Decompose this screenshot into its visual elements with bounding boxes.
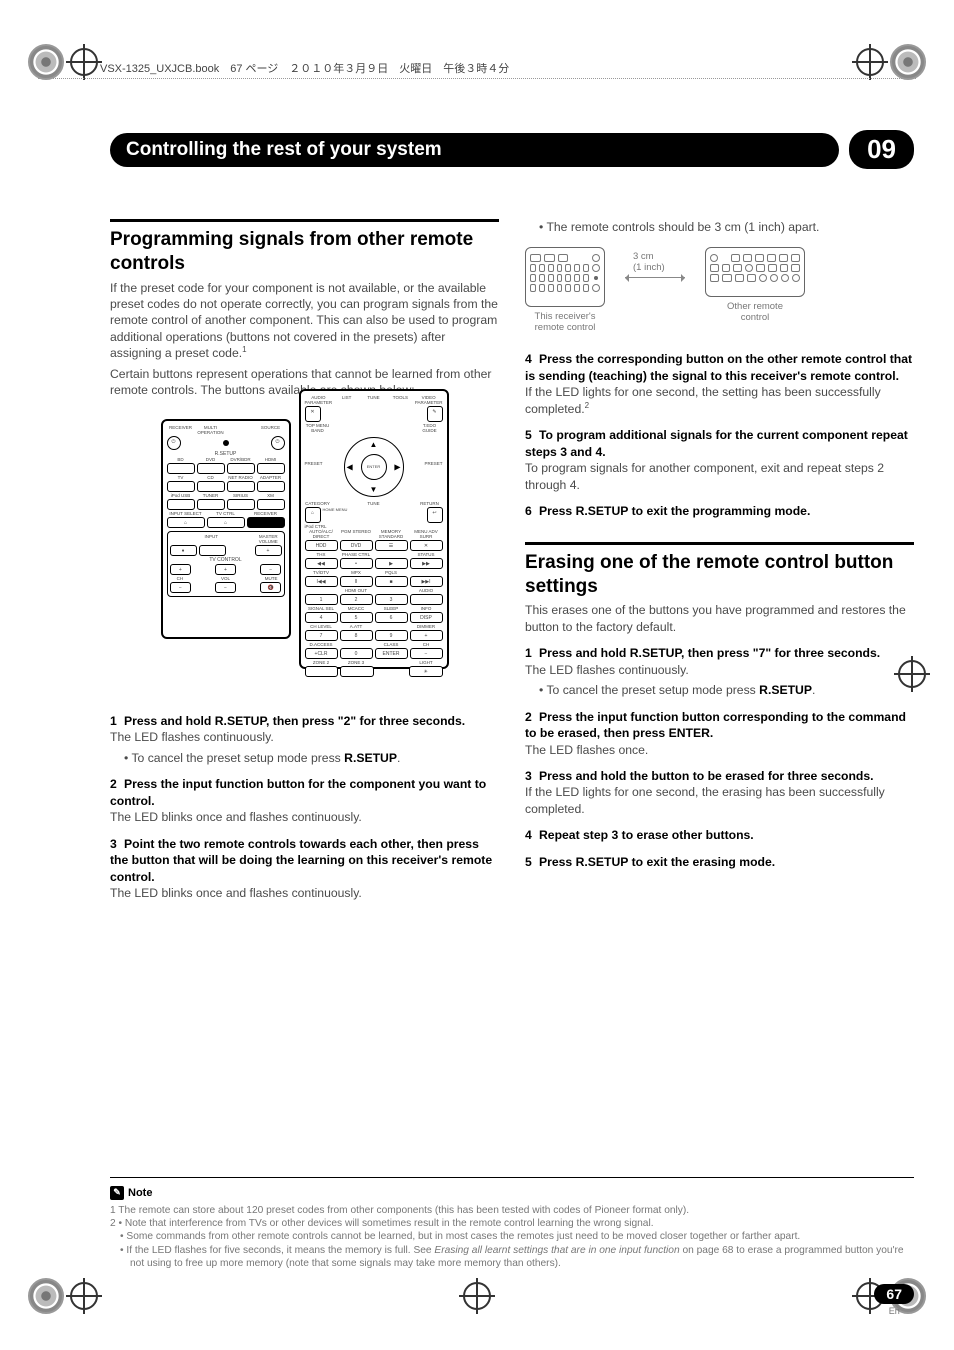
crosshair-bm [463,1282,491,1310]
reg-mark-tl [28,44,64,80]
step-6: 6Press R.SETUP to exit the programming m… [525,503,914,519]
page-badge: 67 En [874,1284,914,1316]
crosshair-bl [70,1282,98,1310]
erase-step-2: 2Press the input function button corresp… [525,709,914,742]
step-1-bullet: To cancel the preset setup mode press R.… [120,750,499,766]
chapter-title-bar: Controlling the rest of your system 09 [110,130,914,169]
right-column: The remote controls should be 3 cm (1 in… [525,219,914,904]
step-4-sub: If the LED lights for one second, the se… [525,384,914,417]
step-2: 2Press the input function button for the… [110,776,499,809]
step-2-sub: The LED blinks once and flashes continuo… [110,809,499,825]
page-lang: En [874,1306,914,1316]
remote-illustration: RECEIVERMULTI OPERATIONSOURCE ⏻⏻ R.SETUP… [110,419,499,699]
reg-mark-bl [28,1278,64,1314]
section-heading-erasing: Erasing one of the remote control button… [525,551,914,599]
left-column: Programming signals from other remote co… [110,219,499,904]
remote-distance-note: The remote controls should be 3 cm (1 in… [535,219,914,235]
note-2a: 2 • Note that interference from TVs or o… [110,1217,914,1230]
header-rule [38,78,916,79]
step-4: 4Press the corresponding button on the o… [525,351,914,384]
header-metadata: VSX-1325_UXJCB.book 67 ページ ２０１０年３月９日 火曜日… [100,60,509,76]
crosshair-tr [856,48,884,76]
erase-step-1-sub: The LED flashes continuously. [525,662,914,678]
distance-figure: This receiver'sremote control 3 cm(1 inc… [525,247,914,333]
intro-para-1: If the preset code for your component is… [110,280,499,362]
section-rule [110,219,499,222]
reg-mark-tr [890,44,926,80]
note-1: 1 The remote can store about 120 preset … [110,1204,914,1217]
erasing-intro: This erases one of the buttons you have … [525,602,914,635]
erase-step-1-bullet: To cancel the preset setup mode press R.… [535,682,914,698]
erase-step-1: 1Press and hold R.SETUP, then press "7" … [525,645,914,661]
erase-step-4: 4Repeat step 3 to erase other buttons. [525,827,914,843]
section-heading-programming: Programming signals from other remote co… [110,228,499,276]
erase-step-3-sub: If the LED lights for one second, the er… [525,784,914,817]
note-2c: • If the LED flashes for five seconds, i… [110,1244,914,1271]
chapter-number: 09 [849,130,914,169]
page-number: 67 [874,1284,914,1304]
note-icon: ✎ [110,1186,124,1200]
section-rule-2 [525,542,914,545]
step-3-sub: The LED blinks once and flashes continuo… [110,885,499,901]
note-label: Note [128,1187,152,1199]
step-1-sub: The LED flashes continuously. [110,729,499,745]
step-1: 1Press and hold R.SETUP, then press "2" … [110,713,499,729]
erase-step-3: 3Press and hold the button to be erased … [525,768,914,784]
crosshair-tl [70,48,98,76]
erase-step-5: 5Press R.SETUP to exit the erasing mode. [525,854,914,870]
step-5-sub: To program signals for another component… [525,460,914,493]
step-3: 3Point the two remote controls towards e… [110,836,499,885]
remote-right-half: AUDIO PARAMETERLISTTUNETOOLSVIDEO PARAME… [299,389,449,669]
chapter-title: Controlling the rest of your system [110,133,839,167]
page-content: Controlling the rest of your system 09 P… [110,130,914,1250]
remote-left-half: RECEIVERMULTI OPERATIONSOURCE ⏻⏻ R.SETUP… [161,419,291,639]
note-2b: • Some commands from other remote contro… [110,1230,914,1243]
footnotes: ✎ Note 1 The remote can store about 120 p… [110,1177,914,1270]
step-5: 5To program additional signals for the c… [525,427,914,460]
erase-step-2-sub: The LED flashes once. [525,742,914,758]
